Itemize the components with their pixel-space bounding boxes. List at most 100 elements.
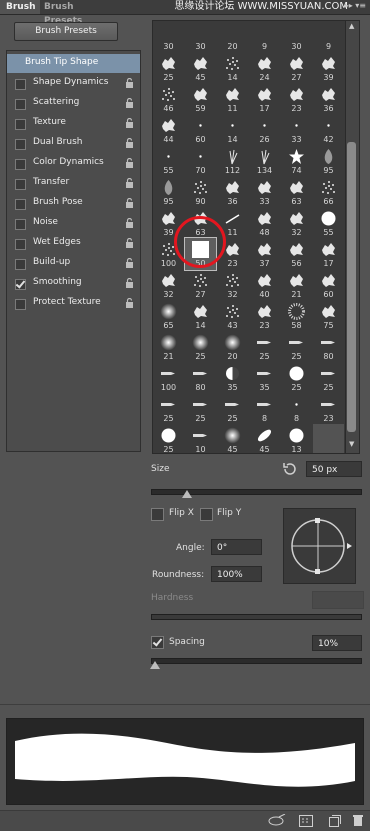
scroll-up-arrow-icon[interactable]: ▲	[349, 22, 354, 30]
brush-tip-cell[interactable]: 17	[313, 238, 344, 270]
brush-tip-cell[interactable]: 25	[249, 331, 280, 363]
size-slider-knob[interactable]	[181, 490, 192, 498]
brush-tip-cell[interactable]: 112	[217, 145, 248, 177]
brush-tip-cell[interactable]: 25	[153, 424, 184, 453]
option-checkbox[interactable]	[15, 279, 26, 290]
brush-tip-cell[interactable]: 90	[185, 176, 216, 208]
option-color-dynamics[interactable]: Color Dynamics	[7, 154, 140, 173]
brush-tip-cell[interactable]: 14	[217, 114, 248, 146]
option-checkbox[interactable]	[15, 199, 26, 210]
brush-tip-cell[interactable]: 45	[185, 52, 216, 84]
brush-tip-cell[interactable]: 65	[153, 300, 184, 332]
option-transfer[interactable]: Transfer	[7, 174, 140, 193]
brush-tip-cell[interactable]: 60	[185, 114, 216, 146]
brush-tip-cell[interactable]: 17	[249, 83, 280, 115]
angle-roundness-widget[interactable]	[283, 508, 356, 584]
brush-tip-cell[interactable]: 23	[249, 300, 280, 332]
brush-tip-cell[interactable]: 25	[281, 362, 312, 394]
brush-tip-cell[interactable]: 25	[153, 52, 184, 84]
option-checkbox[interactable]	[15, 239, 26, 250]
brush-tip-cell[interactable]: 45	[217, 424, 248, 453]
brush-tip-cell[interactable]: 63	[281, 176, 312, 208]
brush-tip-cell[interactable]: 55	[153, 145, 184, 177]
lock-icon[interactable]	[125, 298, 134, 308]
brush-tip-cell[interactable]: 8	[281, 393, 312, 425]
spacing-slider[interactable]	[151, 658, 362, 664]
lock-icon[interactable]	[125, 258, 134, 268]
brush-tip-cell[interactable]: 56	[281, 238, 312, 270]
brush-tip-cell[interactable]: 48	[249, 207, 280, 239]
brush-tip-cell[interactable]: 25	[313, 362, 344, 394]
scroll-down-arrow-icon[interactable]: ▼	[349, 440, 354, 448]
lock-icon[interactable]	[125, 278, 134, 288]
lock-icon[interactable]	[125, 178, 134, 188]
flip-y-checkbox[interactable]	[200, 508, 213, 521]
angle-field[interactable]: 0°	[211, 539, 262, 555]
brush-tip-cell[interactable]: 36	[313, 83, 344, 115]
brush-tip-cell[interactable]: 66	[313, 176, 344, 208]
brush-tip-cell[interactable]: 33	[249, 176, 280, 208]
option-checkbox[interactable]	[15, 299, 26, 310]
brush-tip-cell[interactable]: 55	[313, 207, 344, 239]
brush-tip-cell[interactable]: 80	[313, 331, 344, 363]
option-brush-tip-shape[interactable]: Brush Tip Shape	[7, 54, 140, 73]
option-dual-brush[interactable]: Dual Brush	[7, 134, 140, 153]
brush-tip-cell[interactable]: 60	[313, 269, 344, 301]
brush-tip-cell[interactable]: 95	[153, 176, 184, 208]
option-checkbox[interactable]	[15, 79, 26, 90]
option-texture[interactable]: Texture	[7, 114, 140, 133]
tab-brush[interactable]: Brush	[0, 0, 40, 14]
flip-x-checkbox[interactable]	[151, 508, 164, 521]
brush-tip-cell[interactable]: 37	[249, 238, 280, 270]
brush-tip-cell[interactable]: 25	[217, 393, 248, 425]
lock-icon[interactable]	[125, 78, 134, 88]
brush-tip-cell[interactable]: 95	[313, 145, 344, 177]
lock-icon[interactable]	[125, 138, 134, 148]
lock-icon[interactable]	[125, 98, 134, 108]
brush-tip-cell[interactable]: 58	[281, 300, 312, 332]
option-checkbox[interactable]	[15, 179, 26, 190]
size-field[interactable]: 50 px	[306, 461, 362, 477]
brush-tip-cell[interactable]: 20	[217, 331, 248, 363]
brush-tip-cell[interactable]: 14	[217, 52, 248, 84]
brush-tip-cell[interactable]: 21	[281, 269, 312, 301]
option-shape-dynamics[interactable]: Shape Dynamics	[7, 74, 140, 93]
brush-tip-cell[interactable]: 9	[313, 21, 344, 53]
brush-tip-cell[interactable]: 100	[153, 362, 184, 394]
brush-tip-cell[interactable]: 23	[281, 83, 312, 115]
brush-tip-cell[interactable]: 74	[281, 145, 312, 177]
brush-tip-cell[interactable]: 25	[185, 393, 216, 425]
lock-icon[interactable]	[125, 158, 134, 168]
brush-tip-cell[interactable]: 45	[249, 424, 280, 453]
spacing-checkbox[interactable]	[151, 636, 164, 649]
spacing-slider-knob[interactable]	[150, 661, 161, 669]
brush-tip-cell[interactable]: 10	[185, 424, 216, 453]
brush-tip-cell[interactable]: 20	[217, 21, 248, 53]
brush-tip-cell[interactable]: 24	[249, 52, 280, 84]
option-wet-edges[interactable]: Wet Edges	[7, 234, 140, 253]
brush-tip-cell[interactable]: 80	[185, 362, 216, 394]
brush-tip-cell[interactable]: 43	[217, 300, 248, 332]
brush-tip-cell[interactable]: 36	[217, 176, 248, 208]
brush-tip-cell[interactable]: 11	[217, 83, 248, 115]
toggle-live-tip-preview-icon[interactable]	[268, 813, 286, 831]
brush-tip-cell[interactable]: 33	[281, 114, 312, 146]
brush-tip-cell[interactable]: 59	[185, 83, 216, 115]
brush-tip-cell[interactable]: 27	[185, 269, 216, 301]
option-scattering[interactable]: Scattering	[7, 94, 140, 113]
roundness-field[interactable]: 100%	[211, 566, 262, 582]
brush-tip-cell[interactable]: 44	[153, 114, 184, 146]
brush-tip-cell[interactable]: 32	[281, 207, 312, 239]
option-build-up[interactable]: Build-up	[7, 254, 140, 273]
brush-tip-cell[interactable]: 32	[217, 269, 248, 301]
brush-tip-cell[interactable]: 26	[249, 114, 280, 146]
create-new-brush-icon[interactable]	[329, 815, 341, 830]
lock-icon[interactable]	[125, 238, 134, 248]
open-preset-manager-icon[interactable]	[299, 815, 313, 830]
brush-presets-button[interactable]: Brush Presets	[14, 22, 118, 41]
brush-tip-cell[interactable]: 25	[185, 331, 216, 363]
option-smoothing[interactable]: Smoothing	[7, 274, 140, 293]
brush-tip-cell[interactable]: 21	[153, 331, 184, 363]
option-checkbox[interactable]	[15, 139, 26, 150]
option-checkbox[interactable]	[15, 259, 26, 270]
